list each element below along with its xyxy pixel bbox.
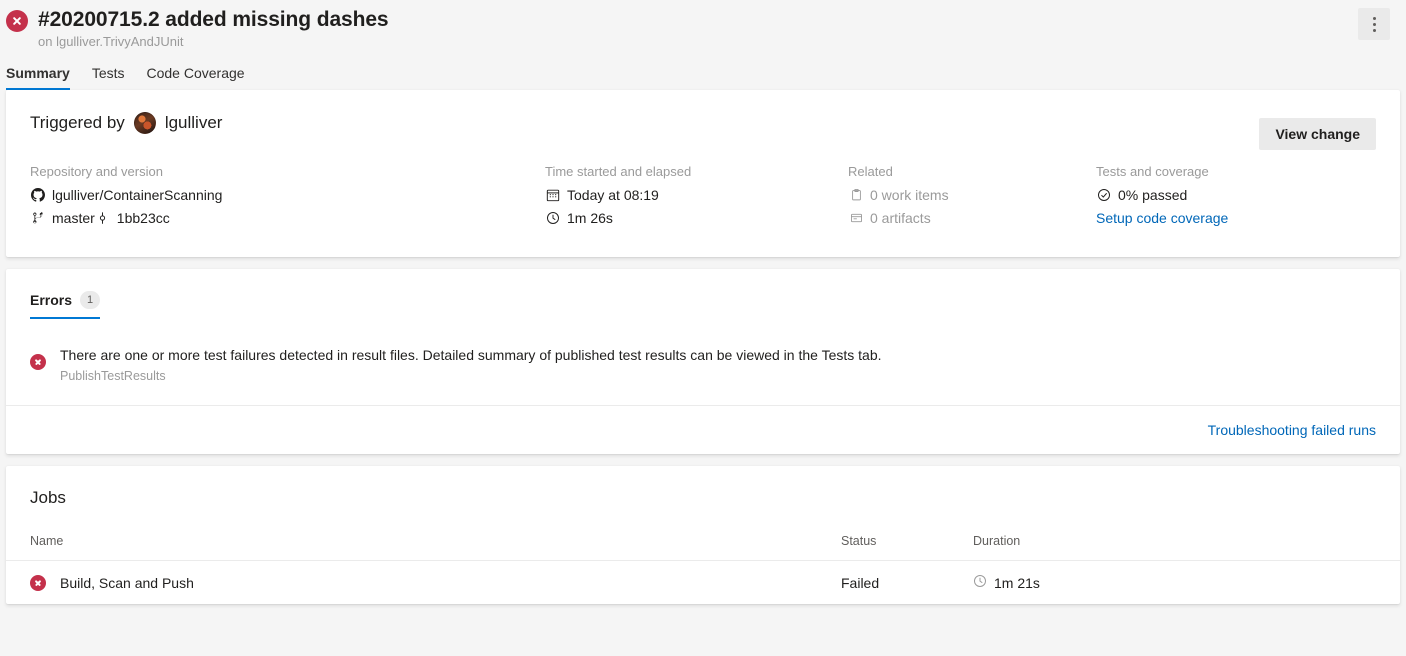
job-duration: 1m 21s	[994, 574, 1040, 591]
tests-passed-row: 0% passed	[1096, 187, 1356, 203]
kebab-dot-icon	[1372, 22, 1376, 26]
time-started-value: Today at 08:19	[567, 187, 659, 203]
errors-count-badge: 1	[80, 291, 101, 309]
page-title: #20200715.2 added missing dashes	[38, 8, 389, 31]
related-column: Related 0 work items 0 artifacts	[848, 164, 1096, 233]
related-heading: Related	[848, 164, 893, 179]
setup-code-coverage-link[interactable]: Setup code coverage	[1096, 210, 1228, 226]
commit-hash: 1bb23cc	[116, 210, 170, 226]
jobs-title: Jobs	[30, 488, 66, 508]
job-status: Failed	[841, 574, 880, 591]
branch-name: master	[52, 210, 95, 226]
error-message: There are one or more test failures dete…	[60, 347, 882, 363]
time-heading: Time started and elapsed	[545, 164, 692, 179]
column-header-name: Name	[6, 526, 841, 562]
artifact-icon	[848, 210, 864, 226]
commit-group[interactable]: 1bb23cc	[95, 210, 170, 226]
more-actions-button[interactable]	[1358, 8, 1390, 40]
github-icon	[30, 187, 46, 203]
kebab-dot-icon	[1372, 28, 1376, 32]
page-header: #20200715.2 added missing dashes on lgul…	[0, 0, 1406, 90]
tab-code-coverage[interactable]: Code Coverage	[147, 65, 245, 90]
errors-tabbar: Errors 1	[6, 269, 1400, 319]
repository-name: lgulliver/ContainerScanning	[52, 187, 223, 203]
clock-icon	[973, 574, 987, 591]
tests-passed-value: 0% passed	[1118, 187, 1188, 203]
triggered-by-label: Triggered by	[30, 113, 125, 132]
artifacts-value: 0 artifacts	[870, 210, 931, 226]
run-failed-icon	[6, 10, 28, 32]
branch-icon	[30, 210, 46, 226]
error-icon	[30, 354, 46, 370]
job-name: Build, Scan and Push	[60, 574, 194, 591]
page-tabs: Summary Tests Code Coverage	[0, 65, 1406, 90]
run-subtitle: on lgulliver.TrivyAndJUnit	[38, 34, 184, 49]
artifacts-row: 0 artifacts	[848, 210, 1096, 226]
elapsed-row: 1m 26s	[545, 210, 848, 226]
time-started-row: Today at 08:19	[545, 187, 848, 203]
branch-group[interactable]: master	[30, 210, 95, 226]
run-summary-card: Triggered by lgulliver View change Repos…	[6, 90, 1400, 257]
run-metadata-grid: Repository and version lgulliver/Contain…	[30, 164, 1376, 233]
job-failed-icon	[30, 574, 46, 591]
errors-tab-label: Errors	[30, 292, 73, 308]
work-items-value: 0 work items	[870, 187, 949, 203]
elapsed-value: 1m 26s	[567, 210, 613, 226]
tab-tests[interactable]: Tests	[92, 65, 125, 90]
branch-commit-row: master 1bb23cc	[30, 210, 545, 226]
view-change-button[interactable]: View change	[1259, 118, 1376, 150]
calendar-icon	[545, 187, 561, 203]
error-source: PublishTestResults	[60, 369, 166, 384]
kebab-dot-icon	[1372, 16, 1376, 20]
column-header-status: Status	[841, 526, 973, 562]
tests-coverage-column: Tests and coverage 0% passed Setup code …	[1096, 164, 1356, 233]
errors-card: Errors 1 There are one or more test fail…	[6, 269, 1400, 455]
repository-column: Repository and version lgulliver/Contain…	[30, 164, 545, 233]
work-item-icon	[848, 187, 864, 203]
clock-icon	[545, 210, 561, 226]
avatar	[133, 112, 156, 134]
jobs-table: Name Status Duration Build, Scan and Pus…	[6, 526, 1400, 604]
job-name-cell: Build, Scan and Push	[6, 561, 841, 605]
pipeline-run-summary-page: #20200715.2 added missing dashes on lgul…	[0, 0, 1406, 656]
triggered-by-user: lgulliver	[164, 113, 223, 132]
error-list-item: There are one or more test failures dete…	[6, 319, 1400, 405]
error-content: There are one or more test failures dete…	[60, 345, 882, 383]
time-column: Time started and elapsed Today at 08:19 …	[545, 164, 848, 233]
repository-row[interactable]: lgulliver/ContainerScanning	[30, 187, 545, 203]
commit-icon	[95, 210, 111, 226]
jobs-table-header-row: Name Status Duration	[6, 526, 1400, 562]
work-items-row: 0 work items	[848, 187, 1096, 203]
check-circle-icon	[1096, 187, 1112, 203]
triggered-by-row: Triggered by lgulliver	[30, 112, 1376, 134]
repository-heading: Repository and version	[30, 164, 163, 179]
jobs-card: Jobs Name Status Duration Build, Scan an…	[6, 466, 1400, 605]
job-duration-cell: 1m 21s	[973, 561, 1400, 605]
errors-footer: Troubleshooting failed runs	[6, 405, 1400, 454]
column-header-duration: Duration	[973, 526, 1400, 562]
tests-coverage-heading: Tests and coverage	[1096, 164, 1209, 179]
table-row[interactable]: Build, Scan and Push Failed 1m 21s	[6, 561, 1400, 605]
tab-errors[interactable]: Errors 1	[30, 291, 101, 319]
troubleshooting-failed-runs-link[interactable]: Troubleshooting failed runs	[1208, 422, 1376, 438]
title-row: #20200715.2 added missing dashes	[0, 8, 1406, 32]
tab-summary[interactable]: Summary	[6, 65, 70, 90]
